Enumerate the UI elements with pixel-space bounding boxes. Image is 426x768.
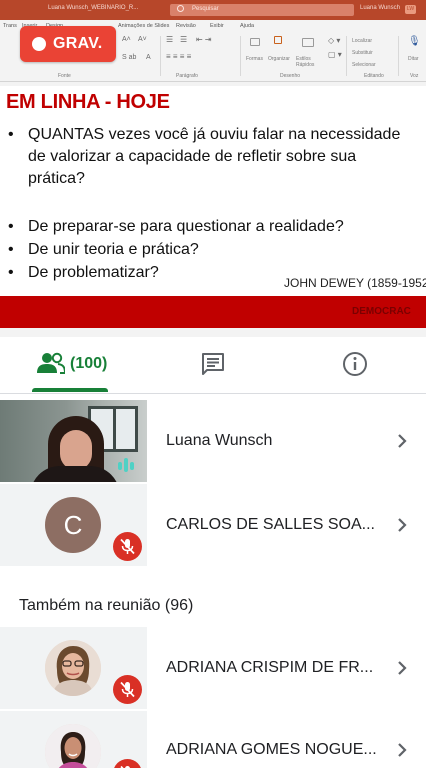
ribbon-button-label: Localizar: [352, 38, 373, 44]
ribbon-button-label: Ditar: [408, 56, 419, 62]
menu-item: Revisão: [176, 23, 196, 29]
chevron-right-icon[interactable]: [396, 517, 408, 533]
ribbon-button-label: Estilos Rápidos: [296, 56, 315, 68]
participant-row[interactable]: Luana Wunsch: [0, 400, 426, 482]
speaking-indicator-icon: [118, 458, 134, 472]
record-dot-icon: [32, 37, 46, 51]
recording-badge: GRAV.: [20, 26, 116, 62]
participant-name: CARLOS DE SALLES SOA...: [166, 516, 375, 533]
participant-name: ADRIANA GOMES NOGUE...: [166, 741, 377, 758]
quick-styles-icon: [302, 38, 314, 47]
text-shadow-icon: S ab: [122, 54, 137, 61]
bullet-dot: •: [8, 264, 14, 281]
people-count: (100): [70, 355, 108, 372]
ribbon-separator: [160, 36, 161, 76]
participant-row[interactable]: ADRIANA GOMES NOGUE...: [0, 711, 426, 768]
ribbon-separator: [240, 36, 241, 76]
search-icon: [177, 5, 184, 12]
shapes-icon: [250, 38, 260, 46]
slide-bullet-text: De preparar-se para questionar a realida…: [28, 218, 344, 235]
chevron-right-icon[interactable]: [396, 742, 408, 758]
chevron-right-icon[interactable]: [396, 433, 408, 449]
participant-video: [0, 400, 147, 482]
chevron-right-icon[interactable]: [396, 660, 408, 676]
mic-off-icon: [113, 532, 142, 561]
align-icon: ≡ ≡ ≡ ≡: [166, 52, 192, 61]
menu-item: Trans: [3, 23, 17, 29]
ribbon-button-label: Organizar: [268, 56, 290, 62]
font-size-down-icon: A˅: [138, 36, 147, 43]
participant-tile: [0, 627, 147, 709]
ribbon-group-voice: Voz: [410, 73, 419, 79]
avatar: C: [45, 497, 101, 553]
slide-bullet-text: QUANTAS vezes você já ouviu falar na nec…: [28, 126, 401, 187]
ribbon-separator: [346, 36, 347, 76]
tab-chat[interactable]: [142, 337, 284, 393]
slide-bottom-margin: [0, 328, 426, 337]
app-search-box: Pesquisar: [170, 4, 354, 16]
bullet-dot: •: [8, 241, 14, 258]
participant-tile: [0, 711, 147, 768]
indent-icon: ⇤ ⇥: [196, 35, 212, 44]
arrange-icon: [274, 36, 282, 44]
recording-label: GRAV.: [53, 35, 103, 52]
ribbon-button-label: Formas: [246, 56, 263, 62]
ribbon-group-drawing: Desenho: [280, 73, 301, 79]
tab-info[interactable]: [284, 337, 426, 393]
search-placeholder: Pesquisar: [192, 6, 219, 12]
ribbon-group-editing: Editando: [364, 73, 384, 79]
participant-name: ADRIANA CRISPIM DE FR...: [166, 659, 374, 676]
outline-icon: ▢ ▾: [328, 50, 342, 59]
avatar: [45, 640, 101, 696]
bullet-dot: •: [8, 218, 14, 235]
info-icon: [343, 352, 367, 376]
active-tab-indicator: [32, 388, 108, 392]
font-size-up-icon: A˄: [122, 36, 131, 43]
app-titlebar: Luana Wunsch_WEBINARIO_R... Pesquisar Lu…: [0, 0, 426, 20]
people-icon: [37, 352, 65, 374]
menu-item: Ajuda: [240, 23, 255, 29]
participant-name: Luana Wunsch: [166, 432, 273, 449]
participant-tile: C: [0, 484, 147, 566]
mic-off-icon: [113, 759, 142, 768]
app-user-name: Luana Wunsch: [360, 5, 400, 11]
avatar: [45, 724, 101, 768]
microphone-icon: 🎙: [408, 36, 421, 47]
slide-footer-band: DEMOCRAC: [0, 296, 426, 328]
participant-row[interactable]: ADRIANA CRISPIM DE FR...: [0, 627, 426, 709]
slide-bullet-text: De unir teoria e prática?: [28, 241, 199, 258]
app-user-badge: LW: [405, 5, 416, 14]
ribbon-separator: [398, 36, 399, 76]
slide-author: JOHN DEWEY (1859-1952: [284, 276, 426, 290]
presentation-slide: EM LINHA - HOJE • QUANTAS vezes você já …: [0, 86, 426, 328]
font-color-icon: A: [146, 54, 151, 61]
slide-bullet: • QUANTAS vezes você já ouviu falar na n…: [8, 124, 418, 190]
mic-off-icon: [113, 675, 142, 704]
chat-icon: [202, 353, 224, 375]
bullet-dot: •: [8, 126, 14, 143]
ribbon-button-label: Substituir: [352, 50, 373, 56]
fill-icon: ◇ ▾: [328, 36, 341, 45]
ribbon-group-paragraph: Parágrafo: [176, 73, 198, 79]
menu-item: Exibir: [210, 23, 224, 29]
panel-tabs: (100): [0, 337, 426, 394]
ribbon-group-font: Fonte: [58, 73, 71, 79]
tab-people[interactable]: (100): [0, 337, 142, 393]
video-face: [60, 430, 92, 470]
slide-footer-text: DEMOCRAC: [352, 306, 411, 317]
slide-title: EM LINHA - HOJE: [6, 91, 170, 113]
menu-item: Animações de Slides: [118, 23, 170, 29]
numbering-icon: ☰: [180, 35, 188, 44]
section-title: Também na reunião (96): [19, 597, 194, 614]
ribbon-button-label: Selecionar: [352, 62, 376, 68]
bullets-icon: ☰: [166, 35, 174, 44]
document-title: Luana Wunsch_WEBINARIO_R...: [48, 5, 139, 11]
participant-row[interactable]: C CARLOS DE SALLES SOA...: [0, 484, 426, 566]
